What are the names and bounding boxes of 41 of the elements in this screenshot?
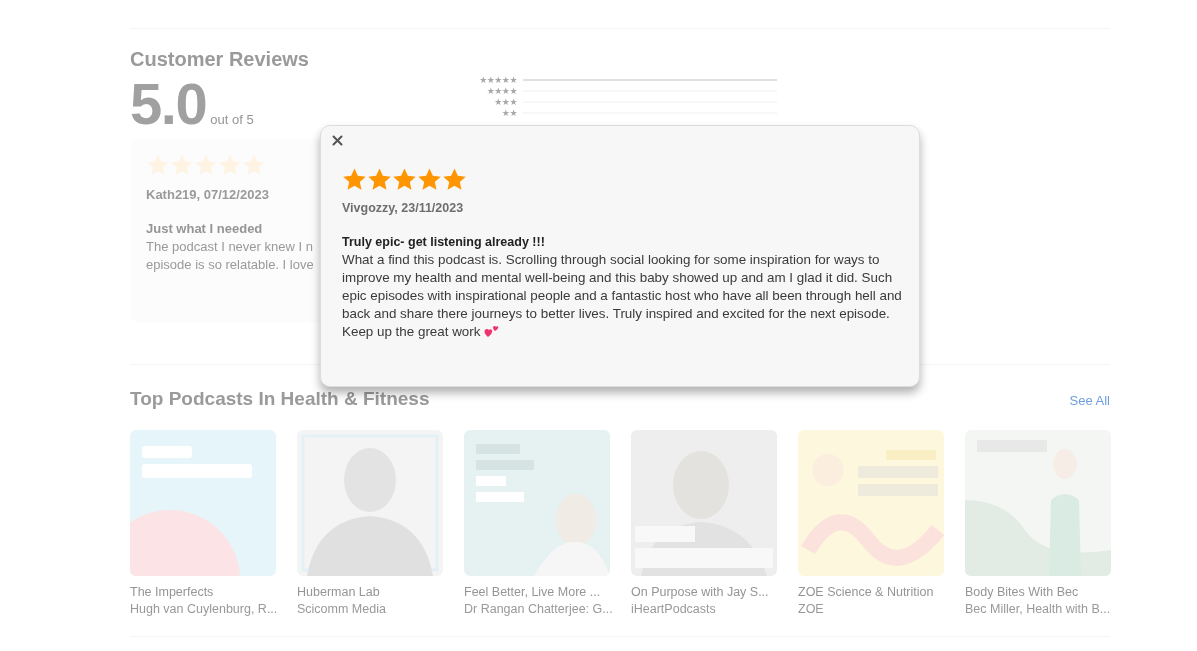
star-icon [417, 167, 442, 192]
podcast-title[interactable]: ZOE Science & Nutrition [798, 583, 944, 601]
star-label: ★★★★ [486, 86, 517, 96]
review-text: episode is so relatable. I love [146, 255, 314, 274]
section-heading: Top Podcasts In Health & Fitness [130, 387, 430, 411]
hearts-icon [484, 323, 500, 338]
review-author: Vivgozzy, 23/11/2023 [342, 200, 465, 217]
star-icon [146, 153, 170, 177]
podcast-title[interactable]: On Purpose with Jay S... [631, 583, 777, 601]
star-label: ★★★ [494, 97, 517, 107]
podcast-title[interactable]: The Imperfects [130, 583, 276, 601]
see-all-link[interactable]: See All [1069, 391, 1110, 411]
podcast-author: Bec Miller, Health with B... [965, 600, 1111, 618]
podcast-author: Dr Rangan Chatterjee: G... [464, 600, 610, 618]
star-icon [367, 167, 392, 192]
review-title: Just what I needed [146, 219, 263, 238]
section-heading: Customer Reviews [130, 47, 310, 71]
review-author: Kath219, 07/12/2023 [146, 186, 269, 204]
close-button[interactable] [330, 133, 344, 147]
review-title: Truly epic- get listening already !!! [342, 233, 546, 251]
rating-score: 5.0 [130, 73, 207, 135]
review-text: The podcast I never knew I n [146, 237, 313, 256]
podcast-title[interactable]: Body Bites With Bec [965, 583, 1111, 601]
podcast-title[interactable]: Feel Better, Live More ... [464, 583, 610, 601]
star-icon [242, 153, 266, 177]
close-icon [331, 134, 343, 146]
star-icon [194, 153, 218, 177]
star-label: ★★★★★ [479, 75, 517, 85]
rating-suffix: out of 5 [210, 111, 254, 129]
star-icon [170, 153, 194, 177]
podcast-title[interactable]: Huberman Lab [297, 583, 443, 601]
review-text: What a find this podcast is. Scrolling through social looking for some inspiration for ways to improve my health and mental well-being and this baby showed up and am I glad it did. Such epic episodes with inspirational people and a fantastic host who have all been through hell and back and share there journeys to better lives. Truly inspired and excited for the next episode. Keep up the great work [342, 250, 902, 341]
star-label: ★★ [501, 108, 517, 118]
star-icon [218, 153, 242, 177]
star-icon [392, 167, 417, 192]
star-icon [342, 167, 367, 192]
podcast-author: Hugh van Cuylenburg, R... [130, 600, 276, 618]
star-icon [442, 167, 467, 192]
podcast-author: Scicomm Media [297, 600, 387, 618]
podcast-author: ZOE [798, 600, 825, 618]
podcast-author: iHeartPodcasts [631, 600, 717, 618]
